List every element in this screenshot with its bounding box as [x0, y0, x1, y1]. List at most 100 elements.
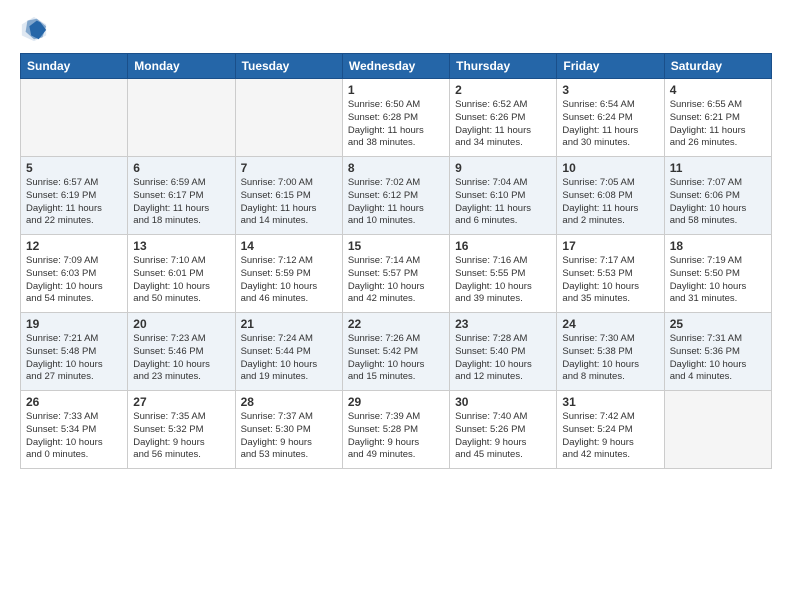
day-info: Sunrise: 7:14 AM Sunset: 5:57 PM Dayligh… — [348, 255, 444, 306]
day-info: Sunrise: 7:02 AM Sunset: 6:12 PM Dayligh… — [348, 177, 444, 228]
day-info: Sunrise: 7:17 AM Sunset: 5:53 PM Dayligh… — [562, 255, 658, 306]
calendar-week-row: 1 Sunrise: 6:50 AM Sunset: 6:28 PM Daylig… — [21, 79, 772, 157]
day-info: Sunrise: 7:28 AM Sunset: 5:40 PM Dayligh… — [455, 333, 551, 384]
day-info: Sunrise: 7:05 AM Sunset: 6:08 PM Dayligh… — [562, 177, 658, 228]
header-day: Thursday — [450, 54, 557, 79]
calendar-day-cell: 21 Sunrise: 7:24 AM Sunset: 5:44 PM Dayli… — [235, 313, 342, 391]
day-number: 18 — [670, 239, 766, 253]
day-info: Sunrise: 7:10 AM Sunset: 6:01 PM Dayligh… — [133, 255, 229, 306]
header-day: Friday — [557, 54, 664, 79]
day-info: Sunrise: 7:39 AM Sunset: 5:28 PM Dayligh… — [348, 411, 444, 462]
day-info: Sunrise: 7:40 AM Sunset: 5:26 PM Dayligh… — [455, 411, 551, 462]
calendar-day-cell: 29 Sunrise: 7:39 AM Sunset: 5:28 PM Dayli… — [342, 391, 449, 469]
day-info: Sunrise: 7:42 AM Sunset: 5:24 PM Dayligh… — [562, 411, 658, 462]
calendar-day-cell: 4 Sunrise: 6:55 AM Sunset: 6:21 PM Daylig… — [664, 79, 771, 157]
day-number: 29 — [348, 395, 444, 409]
day-number: 27 — [133, 395, 229, 409]
calendar-day-cell: 30 Sunrise: 7:40 AM Sunset: 5:26 PM Dayli… — [450, 391, 557, 469]
day-number: 5 — [26, 161, 122, 175]
calendar-day-cell: 22 Sunrise: 7:26 AM Sunset: 5:42 PM Dayli… — [342, 313, 449, 391]
day-info: Sunrise: 7:31 AM Sunset: 5:36 PM Dayligh… — [670, 333, 766, 384]
day-number: 4 — [670, 83, 766, 97]
header — [20, 15, 772, 43]
logo — [20, 15, 52, 43]
calendar-week-row: 26 Sunrise: 7:33 AM Sunset: 5:34 PM Dayli… — [21, 391, 772, 469]
day-number: 28 — [241, 395, 337, 409]
day-info: Sunrise: 6:55 AM Sunset: 6:21 PM Dayligh… — [670, 99, 766, 150]
calendar: SundayMondayTuesdayWednesdayThursdayFrid… — [20, 53, 772, 469]
calendar-day-cell: 14 Sunrise: 7:12 AM Sunset: 5:59 PM Dayli… — [235, 235, 342, 313]
header-day: Monday — [128, 54, 235, 79]
calendar-day-cell: 2 Sunrise: 6:52 AM Sunset: 6:26 PM Daylig… — [450, 79, 557, 157]
day-info: Sunrise: 6:54 AM Sunset: 6:24 PM Dayligh… — [562, 99, 658, 150]
day-info: Sunrise: 6:59 AM Sunset: 6:17 PM Dayligh… — [133, 177, 229, 228]
day-number: 25 — [670, 317, 766, 331]
calendar-day-cell: 8Sunrise: 7:02 AM Sunset: 6:12 PM Daylig… — [342, 157, 449, 235]
page: SundayMondayTuesdayWednesdayThursdayFrid… — [0, 0, 792, 612]
day-number: 9 — [455, 161, 551, 175]
day-number: 16 — [455, 239, 551, 253]
day-info: Sunrise: 7:12 AM Sunset: 5:59 PM Dayligh… — [241, 255, 337, 306]
day-number: 17 — [562, 239, 658, 253]
day-info: Sunrise: 7:24 AM Sunset: 5:44 PM Dayligh… — [241, 333, 337, 384]
day-number: 2 — [455, 83, 551, 97]
header-day: Saturday — [664, 54, 771, 79]
day-number: 6 — [133, 161, 229, 175]
day-number: 31 — [562, 395, 658, 409]
header-day: Sunday — [21, 54, 128, 79]
calendar-day-cell: 18 Sunrise: 7:19 AM Sunset: 5:50 PM Dayli… — [664, 235, 771, 313]
header-day: Tuesday — [235, 54, 342, 79]
day-number: 12 — [26, 239, 122, 253]
calendar-day-cell: 24Sunrise: 7:30 AM Sunset: 5:38 PM Dayli… — [557, 313, 664, 391]
day-number: 1 — [348, 83, 444, 97]
calendar-day-cell — [235, 79, 342, 157]
calendar-day-cell: 1 Sunrise: 6:50 AM Sunset: 6:28 PM Daylig… — [342, 79, 449, 157]
day-info: Sunrise: 7:33 AM Sunset: 5:34 PM Dayligh… — [26, 411, 122, 462]
day-info: Sunrise: 7:35 AM Sunset: 5:32 PM Dayligh… — [133, 411, 229, 462]
calendar-day-cell: 12 Sunrise: 7:09 AM Sunset: 6:03 PM Dayli… — [21, 235, 128, 313]
calendar-day-cell: 17 Sunrise: 7:17 AM Sunset: 5:53 PM Dayli… — [557, 235, 664, 313]
calendar-day-cell — [664, 391, 771, 469]
day-info: Sunrise: 6:52 AM Sunset: 6:26 PM Dayligh… — [455, 99, 551, 150]
day-info: Sunrise: 7:21 AM Sunset: 5:48 PM Dayligh… — [26, 333, 122, 384]
calendar-day-cell: 20 Sunrise: 7:23 AM Sunset: 5:46 PM Dayli… — [128, 313, 235, 391]
calendar-day-cell: 25 Sunrise: 7:31 AM Sunset: 5:36 PM Dayli… — [664, 313, 771, 391]
day-info: Sunrise: 7:00 AM Sunset: 6:15 PM Dayligh… — [241, 177, 337, 228]
logo-icon — [20, 15, 48, 43]
calendar-day-cell — [21, 79, 128, 157]
calendar-day-cell: 26 Sunrise: 7:33 AM Sunset: 5:34 PM Dayli… — [21, 391, 128, 469]
day-info: Sunrise: 7:09 AM Sunset: 6:03 PM Dayligh… — [26, 255, 122, 306]
day-number: 20 — [133, 317, 229, 331]
day-number: 26 — [26, 395, 122, 409]
calendar-day-cell: 9 Sunrise: 7:04 AM Sunset: 6:10 PM Daylig… — [450, 157, 557, 235]
calendar-day-cell: 5 Sunrise: 6:57 AM Sunset: 6:19 PM Daylig… — [21, 157, 128, 235]
calendar-day-cell — [128, 79, 235, 157]
day-info: Sunrise: 7:19 AM Sunset: 5:50 PM Dayligh… — [670, 255, 766, 306]
calendar-week-row: 12 Sunrise: 7:09 AM Sunset: 6:03 PM Dayli… — [21, 235, 772, 313]
day-number: 11 — [670, 161, 766, 175]
day-number: 14 — [241, 239, 337, 253]
calendar-day-cell: 7Sunrise: 7:00 AM Sunset: 6:15 PM Daylig… — [235, 157, 342, 235]
day-number: 21 — [241, 317, 337, 331]
day-info: Sunrise: 7:23 AM Sunset: 5:46 PM Dayligh… — [133, 333, 229, 384]
day-number: 19 — [26, 317, 122, 331]
day-number: 24 — [562, 317, 658, 331]
calendar-week-row: 5 Sunrise: 6:57 AM Sunset: 6:19 PM Daylig… — [21, 157, 772, 235]
day-info: Sunrise: 6:50 AM Sunset: 6:28 PM Dayligh… — [348, 99, 444, 150]
calendar-day-cell: 11Sunrise: 7:07 AM Sunset: 6:06 PM Dayli… — [664, 157, 771, 235]
day-info: Sunrise: 7:16 AM Sunset: 5:55 PM Dayligh… — [455, 255, 551, 306]
header-day: Wednesday — [342, 54, 449, 79]
calendar-day-cell: 3Sunrise: 6:54 AM Sunset: 6:24 PM Daylig… — [557, 79, 664, 157]
day-number: 10 — [562, 161, 658, 175]
calendar-week-row: 19 Sunrise: 7:21 AM Sunset: 5:48 PM Dayli… — [21, 313, 772, 391]
day-number: 22 — [348, 317, 444, 331]
day-info: Sunrise: 6:57 AM Sunset: 6:19 PM Dayligh… — [26, 177, 122, 228]
day-number: 30 — [455, 395, 551, 409]
day-info: Sunrise: 7:26 AM Sunset: 5:42 PM Dayligh… — [348, 333, 444, 384]
day-number: 13 — [133, 239, 229, 253]
calendar-day-cell: 23 Sunrise: 7:28 AM Sunset: 5:40 PM Dayli… — [450, 313, 557, 391]
day-number: 23 — [455, 317, 551, 331]
day-info: Sunrise: 7:04 AM Sunset: 6:10 PM Dayligh… — [455, 177, 551, 228]
calendar-day-cell: 27 Sunrise: 7:35 AM Sunset: 5:32 PM Dayli… — [128, 391, 235, 469]
day-number: 15 — [348, 239, 444, 253]
